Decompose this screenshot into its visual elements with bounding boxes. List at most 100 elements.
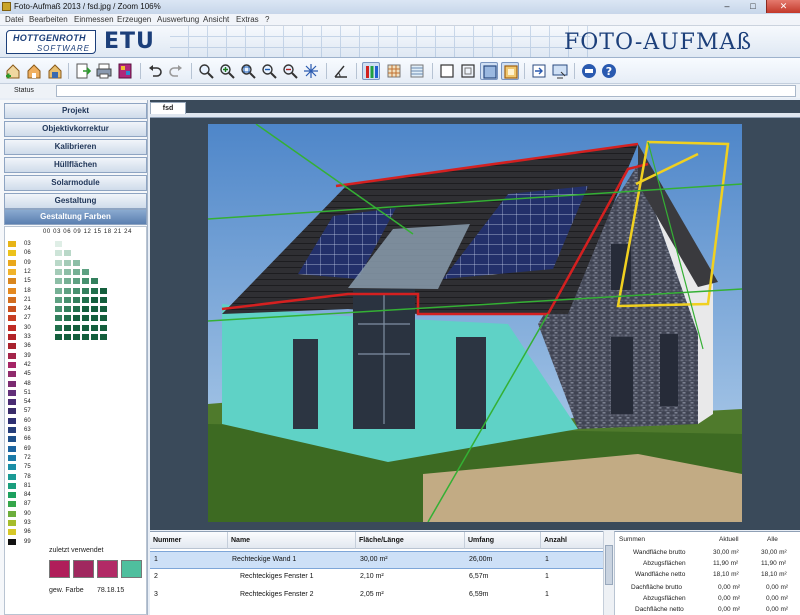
sidebar-item-kalibrieren[interactable]: Kalibrieren: [4, 139, 147, 155]
palette-shade-cell[interactable]: [82, 334, 89, 340]
column-header-name[interactable]: Name: [228, 532, 356, 549]
frame-gold-icon[interactable]: [501, 62, 519, 80]
sidebar-item-projekt[interactable]: Projekt: [4, 103, 147, 119]
palette-row-swatch[interactable]: [8, 352, 16, 359]
palette-shade-cell[interactable]: [91, 278, 98, 285]
palette-row-swatch[interactable]: [8, 464, 16, 471]
palette-shade-cell[interactable]: [73, 259, 80, 266]
sidebar-item-solarmodule[interactable]: Solarmodule: [4, 175, 147, 191]
palette-row-swatch[interactable]: [8, 520, 16, 526]
sidebar-item-huellflaechen[interactable]: Hüllflächen: [4, 157, 147, 173]
palette-shade-cell[interactable]: [64, 250, 71, 257]
palette-shade-cell[interactable]: [64, 324, 71, 331]
palette-row-swatch[interactable]: [8, 399, 16, 406]
palette-shade-cell[interactable]: [100, 324, 107, 331]
palette-shade-cell[interactable]: [64, 315, 71, 322]
palette-row-swatch[interactable]: [8, 529, 16, 536]
palette-shade-cell[interactable]: [82, 315, 89, 322]
palette-shade-cell[interactable]: [55, 259, 62, 266]
minimize-button[interactable]: –: [714, 0, 740, 13]
color-book-icon[interactable]: [116, 62, 134, 80]
palette-row-swatch[interactable]: [8, 361, 16, 368]
palette-shade-cell[interactable]: [55, 334, 62, 340]
pan-star-icon[interactable]: [302, 62, 320, 80]
table-row[interactable]: 1 Rechteckige Wand 1 30,00 m² 26,00m 1: [150, 551, 614, 569]
palette-row-swatch[interactable]: [8, 510, 16, 517]
palette-shade-cell[interactable]: [91, 315, 98, 322]
palette-shade-cell[interactable]: [91, 306, 98, 313]
frame-white-icon[interactable]: [438, 62, 456, 80]
frame-outline-icon[interactable]: [459, 62, 477, 80]
palette-shade-cell[interactable]: [100, 296, 107, 303]
measure-angle-icon[interactable]: [332, 62, 350, 80]
color-view-icon[interactable]: [362, 62, 380, 80]
menu-help[interactable]: ?: [265, 15, 269, 24]
palette-shade-cell[interactable]: [100, 287, 107, 294]
save-project-icon[interactable]: [46, 62, 64, 80]
screenshot-icon[interactable]: [551, 62, 569, 80]
recent-color-swatch[interactable]: [121, 560, 142, 578]
palette-shade-cell[interactable]: [73, 278, 80, 285]
column-header-nummer[interactable]: Nummer: [150, 532, 228, 549]
palette-row-swatch[interactable]: [8, 408, 16, 415]
table-scrollbar[interactable]: [603, 531, 614, 615]
palette-row-swatch[interactable]: [8, 343, 16, 350]
palette-row-swatch[interactable]: [8, 268, 16, 275]
palette-row-swatch[interactable]: [8, 306, 16, 313]
menu-bearbeiten[interactable]: Bearbeiten: [29, 15, 68, 24]
palette-shade-cell[interactable]: [55, 296, 62, 303]
recent-color-swatch[interactable]: [73, 560, 94, 578]
frame-blue-icon[interactable]: [480, 62, 498, 80]
palette-shade-cell[interactable]: [64, 268, 71, 275]
recent-color-swatch[interactable]: [97, 560, 118, 578]
export-icon[interactable]: [74, 62, 92, 80]
sidebar-item-gestaltung[interactable]: Gestaltung: [4, 193, 147, 209]
palette-row-swatch[interactable]: [8, 427, 16, 433]
palette-row-swatch[interactable]: [8, 259, 16, 266]
palette-shade-cell[interactable]: [55, 278, 62, 285]
palette-shade-cell[interactable]: [100, 334, 107, 340]
palette-row-swatch[interactable]: [8, 445, 16, 452]
palette-shade-cell[interactable]: [55, 250, 62, 257]
palette-shade-cell[interactable]: [55, 268, 62, 275]
sidebar-item-gestaltung-farben[interactable]: Gestaltung Farben: [4, 209, 147, 225]
palette-shade-cell[interactable]: [91, 334, 98, 340]
palette-row-swatch[interactable]: [8, 250, 16, 257]
palette-shade-cell[interactable]: [55, 306, 62, 313]
zoom-in-icon[interactable]: [218, 62, 236, 80]
palette-row-swatch[interactable]: [8, 371, 16, 378]
tab-fsd[interactable]: fsd: [150, 102, 186, 114]
palette-row-swatch[interactable]: [8, 278, 16, 285]
column-header-umfang[interactable]: Umfang: [465, 532, 541, 549]
palette-row-swatch[interactable]: [8, 334, 16, 340]
new-project-icon[interactable]: [4, 62, 22, 80]
menu-extras[interactable]: Extras: [236, 15, 259, 24]
import-icon[interactable]: [530, 62, 548, 80]
palette-row-swatch[interactable]: [8, 501, 16, 508]
close-button[interactable]: ✕: [766, 0, 800, 13]
palette-row-swatch[interactable]: [8, 417, 16, 424]
menu-datei[interactable]: Datei: [5, 15, 24, 24]
palette-shade-cell[interactable]: [82, 324, 89, 331]
palette-shade-cell[interactable]: [91, 287, 98, 294]
palette-row-swatch[interactable]: [8, 482, 16, 489]
palette-row-swatch[interactable]: [8, 287, 16, 294]
palette-shade-cell[interactable]: [82, 306, 89, 313]
table-row[interactable]: 2 Rechteckiges Fenster 1 2,10 m² 6,57m 1: [150, 569, 614, 587]
palette-row-swatch[interactable]: [8, 241, 16, 247]
sidebar-item-objektivkorrektur[interactable]: Objektivkorrektur: [4, 121, 147, 137]
palette-row-swatch[interactable]: [8, 324, 16, 331]
palette-shade-cell[interactable]: [73, 306, 80, 313]
palette-row-swatch[interactable]: [8, 380, 16, 387]
palette-shade-cell[interactable]: [55, 324, 62, 331]
help-icon[interactable]: ?: [600, 62, 618, 80]
palette-shade-cell[interactable]: [73, 268, 80, 275]
menu-einmessen[interactable]: Einmessen: [74, 15, 114, 24]
palette-shade-cell[interactable]: [55, 287, 62, 294]
scrollbar-thumb[interactable]: [605, 545, 613, 585]
palette-shade-cell[interactable]: [55, 315, 62, 322]
palette-row-swatch[interactable]: [8, 454, 16, 461]
palette-row-swatch[interactable]: [8, 538, 16, 545]
palette-row-swatch[interactable]: [8, 436, 16, 443]
pattern-grid-icon[interactable]: [408, 62, 426, 80]
